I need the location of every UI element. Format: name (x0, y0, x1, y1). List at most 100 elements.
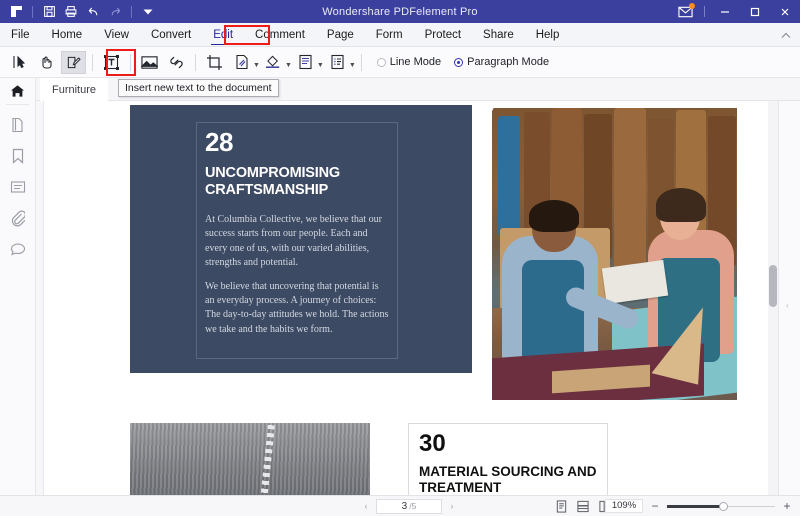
winctl-divider (704, 6, 705, 17)
save-icon[interactable] (39, 2, 59, 21)
menu-item-convert[interactable]: Convert (140, 23, 202, 47)
home-icon[interactable] (0, 78, 35, 103)
person-right-hair (656, 188, 706, 222)
attachments-icon[interactable] (0, 203, 35, 234)
menu-label-comment: Comment (255, 28, 305, 41)
background-caret-icon[interactable]: ▼ (285, 62, 292, 69)
document-viewport[interactable]: 28 UNCOMPROMISING CRAFTSMANSHIP At Colum… (36, 101, 800, 495)
comments-list-icon[interactable] (0, 172, 35, 203)
watermark-caret-icon[interactable]: ▼ (253, 62, 260, 69)
header-footer-caret-icon[interactable]: ▼ (317, 62, 324, 69)
menu-label-edit: Edit (213, 28, 234, 41)
menu-item-share[interactable]: Share (472, 23, 525, 47)
menu-item-view[interactable]: View (93, 23, 140, 47)
menu-item-protect[interactable]: Protect (414, 23, 472, 47)
add-link-tool[interactable] (164, 51, 189, 74)
menu-item-form[interactable]: Form (365, 23, 414, 47)
quick-access-toolbar (0, 2, 158, 21)
paragraph-mode-label: Paragraph Mode (467, 56, 550, 68)
add-text-tooltip: Insert new text to the document (118, 79, 279, 97)
page-28-number: 28 (205, 127, 233, 157)
zoom-out-button[interactable]: − (650, 499, 660, 513)
zoom-level-value[interactable]: 109% (605, 499, 643, 513)
menu-item-edit[interactable]: Edit (202, 23, 244, 47)
edit-text-tool[interactable] (61, 50, 86, 74)
page-30-spread: 30 MATERIAL SOURCING AND TREATMENT (130, 419, 750, 495)
page-28-photo[interactable] (492, 108, 737, 400)
redo-icon[interactable] (105, 2, 125, 21)
menu-label-protect: Protect (424, 28, 462, 41)
toolbar-divider-1 (92, 53, 93, 71)
menu-label-view: View (104, 28, 129, 41)
single-page-view-icon[interactable] (553, 499, 569, 514)
person-left-hair (529, 200, 579, 232)
customize-chevron-icon[interactable] (138, 2, 158, 21)
page-30-photo[interactable] (130, 423, 370, 495)
menu-bar: File Home View Convert Edit Comment Page… (0, 23, 800, 47)
menu-label-share: Share (483, 28, 514, 41)
leather-piece (614, 108, 646, 278)
zoom-slider[interactable] (667, 500, 775, 512)
next-page-button[interactable]: › (446, 501, 458, 511)
menu-item-comment[interactable]: Comment (244, 23, 316, 47)
menu-item-page[interactable]: Page (316, 23, 365, 47)
add-text-tool[interactable] (99, 51, 124, 74)
collapse-ribbon-icon[interactable] (780, 27, 792, 45)
zoom-in-button[interactable]: + (782, 499, 792, 513)
line-mode-label: Line Mode (389, 56, 442, 68)
page-30-text-frame[interactable]: 30 MATERIAL SOURCING AND TREATMENT (408, 423, 608, 495)
mail-icon[interactable] (671, 0, 699, 23)
paragraph-mode-radio-dot (454, 57, 464, 67)
zoom-slider-knob[interactable] (719, 501, 728, 511)
close-button[interactable] (770, 0, 800, 23)
menu-item-file[interactable]: File (0, 23, 41, 47)
toolbar-divider-4 (360, 53, 362, 71)
vertical-scrollbar-thumb[interactable] (769, 265, 777, 307)
menu-label-page: Page (326, 28, 354, 41)
page-number-input[interactable]: 3 /5 (376, 498, 442, 514)
page-30-number: 30 (419, 430, 446, 457)
total-pages-label: /5 (409, 501, 417, 511)
page-navigator: ‹ 3 /5 › (360, 498, 458, 514)
right-panel-collapse-arrow[interactable]: ‹ (786, 301, 789, 310)
watermark-tool[interactable] (229, 51, 254, 74)
qat-divider-2 (131, 5, 132, 18)
previous-page-button[interactable]: ‹ (360, 501, 372, 511)
undo-icon[interactable] (83, 2, 103, 21)
window-controls (671, 0, 800, 23)
menu-label-form: Form (375, 28, 403, 41)
right-panel: ‹ (778, 101, 800, 495)
menu-item-help[interactable]: Help (525, 23, 571, 47)
document-tab-furniture[interactable]: Furniture (40, 78, 109, 101)
search-comment-icon[interactable] (0, 234, 35, 265)
minimize-button[interactable] (710, 0, 740, 23)
hand-tool[interactable] (34, 51, 59, 74)
menu-item-home[interactable]: Home (41, 23, 94, 47)
current-page-value: 3 (401, 500, 408, 512)
document-tab-label: Furniture (52, 83, 97, 96)
bates-caret-icon[interactable]: ▼ (349, 62, 356, 69)
select-tool[interactable] (7, 51, 32, 74)
header-footer-tool[interactable] (293, 51, 318, 74)
print-icon[interactable] (61, 2, 81, 21)
paragraph-mode-radio[interactable]: Paragraph Mode (454, 56, 549, 68)
menu-label-help: Help (535, 28, 560, 41)
pdfelement-window: Wondershare PDFelement Pro File Home Vie (0, 0, 800, 516)
menu-active-underline (211, 43, 236, 45)
add-image-tool[interactable] (137, 51, 162, 74)
app-logo-icon[interactable] (6, 2, 26, 21)
page-28-text-frame[interactable]: 28 UNCOMPROMISING CRAFTSMANSHIP At Colum… (196, 122, 398, 359)
page-28-body: At Columbia Collective, we believe that … (205, 213, 389, 337)
page-28-spread: 28 UNCOMPROMISING CRAFTSMANSHIP At Colum… (130, 105, 750, 400)
background-tool[interactable] (261, 51, 286, 74)
bates-numbering-tool[interactable] (325, 51, 350, 74)
line-mode-radio[interactable]: Line Mode (376, 56, 442, 68)
bookmarks-icon[interactable] (0, 141, 35, 172)
continuous-scroll-view-icon[interactable] (575, 499, 591, 514)
page-30-heading: MATERIAL SOURCING AND TREATMENT (419, 464, 597, 495)
crop-tool[interactable] (202, 51, 227, 74)
fabric-stitch-line (259, 423, 276, 495)
maximize-button[interactable] (740, 0, 770, 23)
vertical-scrollbar[interactable] (768, 101, 778, 495)
thumbnails-icon[interactable] (0, 110, 35, 141)
